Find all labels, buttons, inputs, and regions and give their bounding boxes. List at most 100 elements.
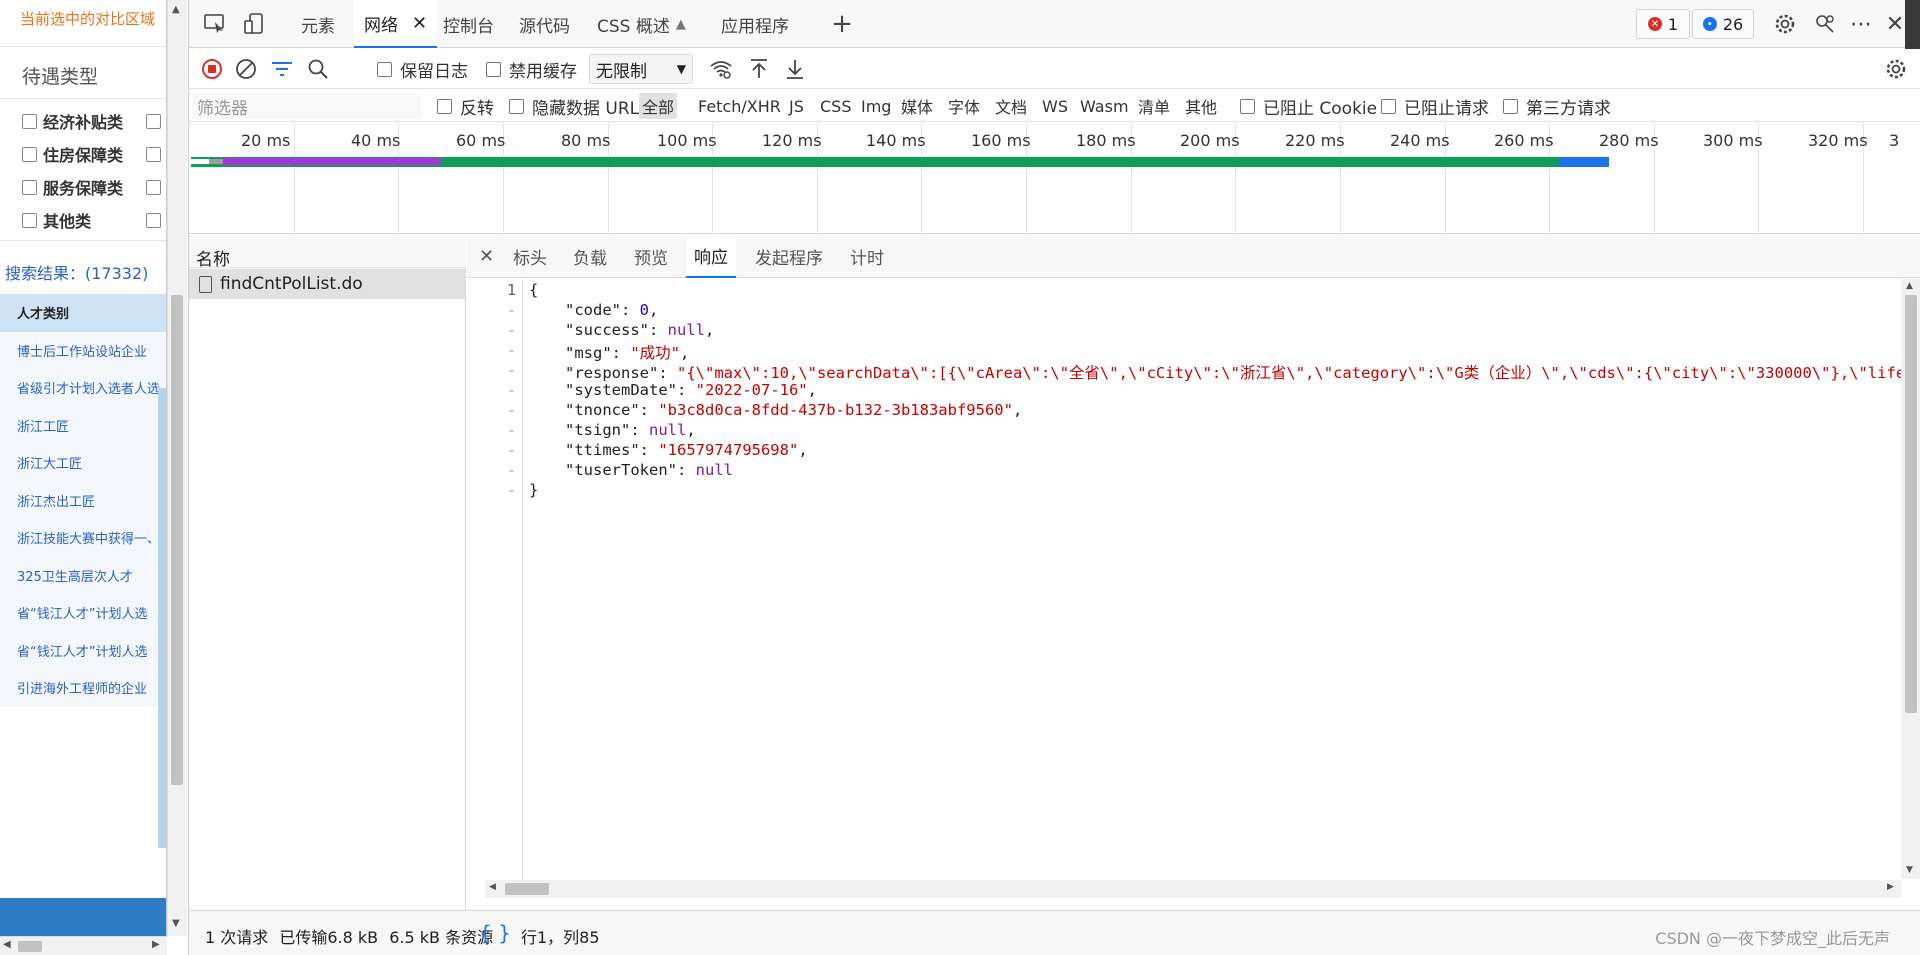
tab-payload[interactable]: 负载	[565, 235, 615, 278]
scrollbar-thumb[interactable]	[1905, 295, 1917, 713]
checkbox[interactable]	[146, 114, 161, 129]
filter-type-font[interactable]: 字体	[945, 93, 983, 119]
compare-region-header[interactable]: 当前选中的对比区域	[0, 0, 166, 40]
name-column-header[interactable]: 名称	[189, 235, 466, 270]
scrollbar-thumb[interactable]	[171, 295, 183, 785]
fold-marker[interactable]: -	[507, 361, 516, 379]
list-item[interactable]: 325卫生高层次人才	[0, 556, 166, 594]
message-count-badge[interactable]: • 26	[1692, 9, 1754, 39]
scrollbar-thumb[interactable]	[505, 883, 549, 895]
fold-marker[interactable]: -	[507, 401, 516, 419]
network-timeline-overview[interactable]: 20 ms 40 ms 60 ms 80 ms 100 ms 120 ms 14…	[189, 123, 1920, 234]
fold-marker[interactable]: -	[507, 341, 516, 359]
filter-type-all[interactable]: 全部	[639, 93, 678, 119]
disable-cache-checkbox[interactable]: 禁用缓存	[486, 55, 577, 83]
invert-checkbox[interactable]: 反转	[437, 92, 494, 120]
blocked-requests-checkbox[interactable]: 已阻止请求	[1381, 92, 1489, 120]
filter-type-wasm[interactable]: Wasm	[1077, 93, 1132, 119]
tab-network[interactable]: 网络 ✕	[354, 0, 438, 48]
scroll-up-icon[interactable]: ▲	[1906, 281, 1913, 291]
checkbox[interactable]	[1503, 98, 1518, 114]
search-icon[interactable]	[307, 55, 329, 83]
tab-preview[interactable]: 预览	[626, 235, 676, 278]
checkbox[interactable]	[146, 180, 161, 195]
list-item[interactable]: 浙江技能大赛中获得一、	[0, 519, 166, 557]
category-service[interactable]: 服务保障类	[22, 172, 123, 202]
tab-sources[interactable]: 源代码	[519, 0, 570, 48]
response-vertical-scrollbar[interactable]: ▲ ▼	[1901, 279, 1920, 879]
close-details-icon[interactable]: ✕	[471, 235, 502, 278]
settings-gear-icon[interactable]	[1771, 10, 1799, 38]
filter-type-doc[interactable]: 文档	[992, 93, 1030, 119]
response-horizontal-scrollbar[interactable]: ◀ ▶	[485, 880, 1901, 898]
throttle-select[interactable]: 无限制 ▼	[589, 54, 693, 84]
scroll-right-icon[interactable]: ▶	[152, 939, 160, 950]
export-har-icon[interactable]	[785, 55, 805, 83]
scroll-down-icon[interactable]: ▼	[172, 918, 180, 929]
fold-marker[interactable]: -	[507, 421, 516, 439]
fold-marker[interactable]: -	[507, 321, 516, 339]
close-tab-icon[interactable]: ✕	[412, 13, 427, 34]
filter-type-manifest[interactable]: 清单	[1135, 93, 1173, 119]
network-conditions-icon[interactable]	[709, 55, 733, 83]
tab-response[interactable]: 响应	[686, 235, 736, 278]
category-housing[interactable]: 住房保障类	[22, 139, 123, 169]
list-item[interactable]: 省“钱江人才”计划人选	[0, 631, 166, 669]
fold-marker[interactable]: -	[507, 301, 516, 319]
tab-timing[interactable]: 计时	[842, 235, 892, 278]
pretty-print-icon[interactable]: { }	[479, 921, 511, 945]
checkbox[interactable]	[22, 113, 37, 129]
third-party-checkbox[interactable]: 第三方请求	[1503, 92, 1611, 120]
tab-headers[interactable]: 标头	[505, 235, 555, 278]
checkbox[interactable]	[22, 212, 37, 228]
list-item[interactable]: 引进海外工程师的企业	[0, 669, 166, 707]
list-item[interactable]: 浙江大工匠	[0, 444, 166, 482]
tab-application[interactable]: 应用程序	[721, 0, 789, 48]
filter-type-other[interactable]: 其他	[1182, 93, 1220, 119]
fold-marker[interactable]: -	[507, 441, 516, 459]
customize-icon[interactable]	[1811, 10, 1839, 38]
fold-marker[interactable]: -	[507, 481, 516, 499]
tab-css-overview[interactable]: CSS 概述 ▲	[597, 0, 686, 48]
filter-type-js[interactable]: JS	[786, 93, 807, 119]
checkbox[interactable]	[1381, 98, 1396, 114]
list-item[interactable]: 浙江工匠	[0, 406, 166, 444]
response-body[interactable]: { "code": 0, "success": null, "msg": "成功…	[529, 279, 1901, 879]
scroll-down-icon[interactable]: ▼	[1906, 865, 1913, 875]
filter-type-ws[interactable]: WS	[1039, 93, 1071, 119]
error-count-badge[interactable]: ✕ 1	[1636, 9, 1690, 39]
filter-type-img[interactable]: Img	[858, 93, 894, 119]
scroll-right-icon[interactable]: ▶	[1887, 882, 1894, 892]
fold-marker[interactable]: -	[507, 461, 516, 479]
record-stop-icon[interactable]	[201, 55, 223, 83]
import-har-icon[interactable]	[749, 55, 769, 83]
list-item[interactable]: 省“钱江人才”计划人选	[0, 594, 166, 632]
tab-console[interactable]: 控制台	[443, 0, 494, 48]
checkbox[interactable]	[1240, 98, 1255, 114]
list-item[interactable]: 省级引才计划入选者人选	[0, 369, 166, 407]
tab-elements[interactable]: 元素	[301, 0, 335, 48]
checkbox[interactable]	[22, 179, 37, 195]
filter-input[interactable]: 筛选器	[193, 93, 421, 119]
clear-icon[interactable]	[235, 55, 257, 83]
hide-data-url-checkbox[interactable]: 隐藏数据 URL	[509, 92, 639, 120]
checkbox[interactable]	[509, 98, 524, 114]
checkbox[interactable]	[146, 147, 161, 162]
list-item[interactable]: 博士后工作站设站企业	[0, 331, 166, 369]
network-settings-gear-icon[interactable]	[1885, 55, 1907, 83]
filter-type-fetch-xhr[interactable]: Fetch/XHR	[695, 93, 784, 119]
filter-icon[interactable]	[271, 55, 293, 83]
filter-type-media[interactable]: 媒体	[898, 93, 936, 119]
fold-marker[interactable]: -	[507, 381, 516, 399]
list-item[interactable]: 浙江杰出工匠	[0, 481, 166, 519]
blocked-cookies-checkbox[interactable]: 已阻止 Cookie	[1240, 92, 1377, 120]
page-horizontal-scrollbar[interactable]: ◀ ▶	[0, 936, 167, 955]
tab-initiator[interactable]: 发起程序	[747, 235, 831, 278]
device-toggle-icon[interactable]	[241, 10, 269, 38]
scrollbar-thumb[interactable]	[18, 941, 42, 952]
more-options-icon[interactable]: ⋯	[1847, 10, 1875, 38]
inspect-element-icon[interactable]	[201, 10, 229, 38]
checkbox[interactable]	[437, 98, 452, 114]
preserve-log-checkbox[interactable]: 保留日志	[377, 55, 468, 83]
category-other[interactable]: 其他类	[22, 205, 91, 235]
